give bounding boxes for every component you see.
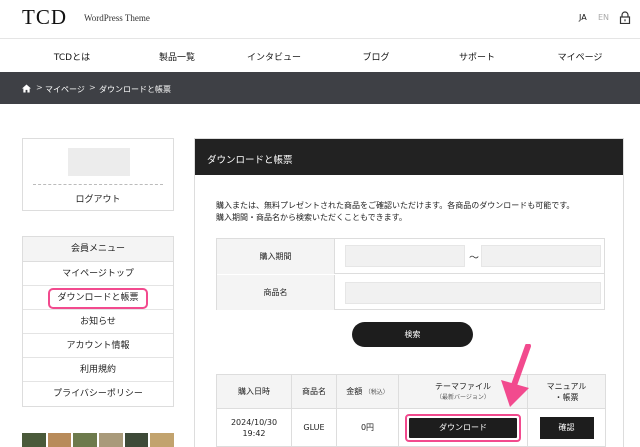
- nav-item-interview[interactable]: インタビュー: [247, 50, 301, 63]
- cell-amount: 0円: [336, 408, 399, 447]
- confirm-button[interactable]: 確認: [539, 416, 594, 439]
- breadcrumb-mypage[interactable]: マイページ: [45, 84, 85, 95]
- site-tagline: WordPress Theme: [84, 13, 150, 23]
- menu-item-downloads[interactable]: ダウンロードと帳票: [23, 286, 173, 310]
- period-end-input[interactable]: [481, 245, 601, 267]
- col-manual-label: マニュアル: [546, 381, 587, 391]
- menu-item-privacy[interactable]: プライバシーポリシー: [23, 382, 173, 406]
- description-line: 購入または、無料プレゼントされた商品をご確認いただけます。各商品のダウンロードも…: [216, 201, 575, 210]
- col-product: 商品名: [291, 374, 337, 409]
- col-amount: 金額 （税込）: [336, 374, 399, 409]
- nav-item-products[interactable]: 製品一覧: [159, 50, 195, 63]
- period-label: 購入期間: [217, 239, 335, 274]
- menu-item-label: アカウント情報: [66, 341, 130, 351]
- breadcrumb-separator: >: [89, 83, 96, 92]
- annotation-arrow-icon: [501, 344, 531, 407]
- divider: [33, 184, 163, 185]
- member-menu-title: 会員メニュー: [23, 237, 173, 262]
- cell-date: 2024/10/30 19:42: [216, 408, 292, 447]
- site-logo[interactable]: TCD: [22, 5, 67, 30]
- description: 購入または、無料プレゼントされた商品をご確認いただけます。各商品のダウンロードも…: [216, 200, 574, 224]
- lang-ja-link[interactable]: JA: [579, 13, 587, 22]
- global-nav: TCDとは 製品一覧 インタビュー ブログ サポート マイページ: [0, 38, 640, 72]
- col-amount-note: （税込）: [364, 388, 389, 396]
- col-date: 購入日時: [216, 374, 292, 409]
- nav-item-mypage[interactable]: マイページ: [558, 50, 603, 63]
- menu-item-label: お知らせ: [80, 317, 116, 327]
- col-manual: マニュアル ・帳票: [527, 374, 606, 409]
- menu-item-label: 利用規約: [79, 365, 116, 375]
- site-header: TCD WordPress Theme JA EN: [0, 0, 640, 38]
- purchase-table: 購入日時 商品名 金額 （税込） テーマファイル （最新バージョン） マニュアル・…: [216, 374, 606, 447]
- menu-item-label-active: ダウンロードと帳票: [48, 288, 148, 309]
- menu-item-label: プライバシーポリシー: [53, 389, 143, 399]
- page-title: ダウンロードと帳票: [207, 155, 293, 166]
- breadcrumb-separator: >: [36, 83, 43, 92]
- menu-item-news[interactable]: お知らせ: [23, 310, 173, 334]
- banner-image-strip: [22, 433, 175, 447]
- lang-en-link[interactable]: EN: [598, 13, 609, 22]
- cell-product: GLUE: [291, 408, 337, 447]
- product-row: 商品名: [217, 275, 604, 310]
- home-icon[interactable]: [22, 84, 31, 93]
- main-panel: ダウンロードと帳票 購入または、無料プレゼントされた商品をご確認いただけます。各…: [194, 138, 624, 447]
- menu-item-terms[interactable]: 利用規約: [23, 358, 173, 382]
- avatar: [68, 148, 130, 176]
- breadcrumb-current: ダウンロードと帳票: [99, 85, 171, 94]
- period-start-input[interactable]: [345, 245, 465, 267]
- table-header-row: 購入日時 商品名 金額 （税込） テーマファイル （最新バージョン） マニュアル・…: [216, 374, 606, 409]
- cell-download: ダウンロード: [398, 408, 528, 447]
- profile-box: ログアウト: [22, 138, 174, 211]
- main-panel-header: ダウンロードと帳票: [195, 139, 623, 175]
- purchase-time: 19:42: [242, 428, 266, 438]
- download-highlight: ダウンロード: [405, 413, 521, 442]
- col-amount-label: 金額: [346, 386, 363, 396]
- purchase-date: 2024/10/30: [230, 417, 278, 427]
- menu-item-account[interactable]: アカウント情報: [23, 334, 173, 358]
- menu-item-mypage-top[interactable]: マイページトップ: [23, 262, 173, 286]
- logout-link[interactable]: ログアウト: [23, 192, 173, 205]
- member-menu: 会員メニュー マイページトップ ダウンロードと帳票 お知らせ アカウント情報 利…: [22, 236, 174, 407]
- menu-item-label: マイページトップ: [62, 269, 134, 279]
- table-row: 2024/10/30 19:42 GLUE 0円 ダウンロード 確認: [216, 408, 606, 447]
- nav-item-about[interactable]: TCDとは: [54, 50, 90, 63]
- description-line: 購入期間・商品名から検索いただくこともできます。: [216, 213, 407, 222]
- search-button[interactable]: 検索: [352, 322, 473, 347]
- range-separator: ～: [469, 253, 479, 264]
- col-manual-label-2: ・帳票: [554, 392, 579, 402]
- nav-item-blog[interactable]: ブログ: [362, 50, 389, 63]
- cell-confirm: 確認: [527, 408, 606, 447]
- product-label: 商品名: [217, 275, 335, 310]
- search-form: 購入期間 ～ 商品名: [216, 238, 605, 310]
- breadcrumb: > マイページ > ダウンロードと帳票: [0, 72, 640, 104]
- product-name-input[interactable]: [345, 282, 601, 304]
- download-button[interactable]: ダウンロード: [409, 417, 517, 438]
- nav-item-support[interactable]: サポート: [459, 50, 495, 63]
- period-row: 購入期間 ～: [217, 239, 604, 274]
- lock-icon[interactable]: [619, 11, 631, 24]
